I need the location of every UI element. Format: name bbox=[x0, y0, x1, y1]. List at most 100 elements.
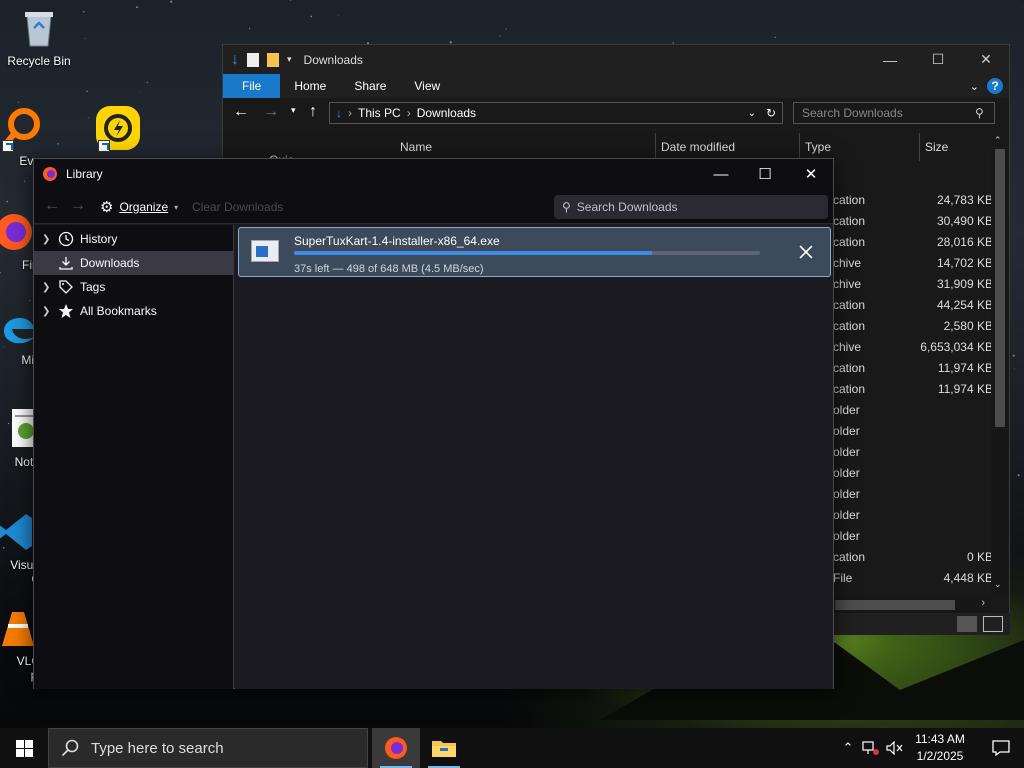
file-row[interactable]: cation 0 KB bbox=[833, 550, 993, 571]
column-header-type[interactable]: Type bbox=[805, 133, 831, 161]
download-item[interactable]: SuperTuxKart-1.4-installer-x86_64.exe 37… bbox=[238, 227, 831, 277]
sidebar-item-downloads[interactable]: Downloads bbox=[34, 251, 233, 275]
download-location-icon: ↓ bbox=[336, 106, 342, 120]
taskbar-file-explorer[interactable] bbox=[420, 728, 468, 768]
file-row[interactable]: older bbox=[833, 424, 993, 445]
recycle-bin-icon[interactable]: Recycle Bin bbox=[1, 6, 77, 68]
back-arrow-icon[interactable]: ← bbox=[233, 103, 249, 121]
address-bar[interactable]: ↓ › This PC › Downloads ⌄ ↻ bbox=[329, 102, 783, 124]
recent-dropdown-icon[interactable]: ▾ bbox=[291, 105, 296, 116]
taskbar-clock[interactable]: 11:43 AM 1/2/2025 bbox=[900, 731, 980, 765]
file-row[interactable]: cation 24,783 KB bbox=[833, 193, 993, 214]
forward-arrow-icon[interactable]: → bbox=[70, 197, 86, 215]
file-type-cell: cation bbox=[833, 361, 866, 375]
expand-twisty-icon[interactable]: ❯ bbox=[42, 306, 54, 317]
file-type-cell: cation bbox=[833, 382, 866, 396]
properties-icon[interactable] bbox=[247, 52, 259, 67]
horizontal-scrollbar-thumb[interactable] bbox=[835, 600, 955, 610]
scroll-down-icon[interactable]: ⌄ bbox=[994, 579, 1002, 590]
taskbar-search-box[interactable]: Type here to search bbox=[48, 728, 368, 768]
explorer-title-bar[interactable]: ↓ ▾ Downloads — ☐ ✕ bbox=[223, 45, 1009, 74]
clock-icon bbox=[58, 231, 74, 247]
notification-center-icon[interactable] bbox=[978, 728, 1024, 768]
firefox-icon bbox=[0, 210, 36, 254]
sidebar-item-all-bookmarks[interactable]: ❯ All Bookmarks bbox=[34, 299, 233, 323]
up-arrow-icon[interactable]: ↑ bbox=[309, 103, 317, 121]
file-type-cell: cation bbox=[833, 319, 866, 333]
chevron-down-icon: ▾ bbox=[174, 202, 179, 212]
ribbon-tab-home[interactable]: Home bbox=[280, 74, 340, 98]
ribbon-tab-share[interactable]: Share bbox=[340, 74, 400, 98]
explorer-horizontal-scrollbar[interactable]: › bbox=[833, 597, 991, 613]
file-row[interactable]: older bbox=[833, 403, 993, 424]
column-header-size[interactable]: Size bbox=[925, 133, 948, 161]
library-window[interactable]: Library — ☐ ✕ ← → ⚙ Organize ▾ Clear Dow… bbox=[33, 158, 834, 689]
library-maximize-button[interactable]: ☐ bbox=[742, 159, 788, 189]
file-row[interactable]: older bbox=[833, 529, 993, 550]
file-row[interactable]: older bbox=[833, 466, 993, 487]
ribbon-tab-view[interactable]: View bbox=[400, 74, 454, 98]
library-minimize-button[interactable]: — bbox=[698, 159, 744, 189]
file-row[interactable]: chive 14,702 KB bbox=[833, 256, 993, 277]
file-type-cell: older bbox=[833, 445, 860, 459]
file-row[interactable]: chive 6,653,034 KB bbox=[833, 340, 993, 361]
qat-dropdown-icon[interactable]: ▾ bbox=[287, 54, 292, 65]
explorer-address-row: ← → ▾ ↑ ↓ › This PC › Downloads ⌄ ↻ Sear… bbox=[223, 98, 1009, 130]
help-icon[interactable]: ? bbox=[987, 78, 1003, 94]
file-row[interactable]: cation 28,016 KB bbox=[833, 235, 993, 256]
organize-button[interactable]: ⚙ Organize ▾ bbox=[100, 198, 178, 216]
expand-twisty-icon[interactable]: ❯ bbox=[42, 234, 54, 245]
scroll-up-icon[interactable]: ⌃ bbox=[994, 135, 1002, 146]
file-row[interactable]: cation 2,580 KB bbox=[833, 319, 993, 340]
explorer-minimize-button[interactable]: — bbox=[867, 45, 913, 74]
desktop-icon-firefox[interactable]: Fir bbox=[0, 210, 36, 272]
library-title-bar[interactable]: Library — ☐ ✕ bbox=[34, 159, 833, 189]
sidebar-item-tags[interactable]: ❯ Tags bbox=[34, 275, 233, 299]
file-row[interactable]: cation 11,974 KB bbox=[833, 382, 993, 403]
explorer-close-button[interactable]: ✕ bbox=[963, 45, 1009, 74]
breadcrumb-downloads[interactable]: Downloads bbox=[417, 106, 476, 120]
file-type-cell: chive bbox=[833, 256, 862, 270]
details-view-icon[interactable] bbox=[957, 616, 977, 632]
ribbon-expand-icon[interactable]: ⌄ bbox=[970, 80, 979, 93]
file-size-cell: 6,653,034 KB bbox=[920, 340, 993, 354]
file-row[interactable]: older bbox=[833, 445, 993, 466]
sidebar-item-history[interactable]: ❯ History bbox=[34, 227, 233, 251]
breadcrumb-this-pc[interactable]: This PC bbox=[358, 106, 401, 120]
file-row[interactable]: cation 30,490 KB bbox=[833, 214, 993, 235]
explorer-vertical-scrollbar[interactable]: ⌃ ⌄ bbox=[991, 135, 1008, 597]
desktop-icon-yellow-app[interactable] bbox=[78, 106, 158, 154]
large-icons-view-icon[interactable] bbox=[983, 616, 1003, 632]
ribbon-tab-file[interactable]: File bbox=[223, 74, 281, 98]
file-row[interactable]: cation 11,974 KB bbox=[833, 361, 993, 382]
file-size-cell: 11,974 KB bbox=[937, 361, 993, 375]
refresh-icon[interactable]: ↻ bbox=[766, 106, 776, 120]
file-row[interactable]: older bbox=[833, 508, 993, 529]
explorer-maximize-button[interactable]: ☐ bbox=[915, 45, 961, 74]
show-hidden-icons-icon[interactable]: ⌃ bbox=[838, 728, 858, 768]
file-size-cell: 44,254 KB bbox=[936, 298, 993, 312]
address-dropdown-icon[interactable]: ⌄ bbox=[748, 108, 756, 119]
start-button[interactable] bbox=[0, 728, 48, 768]
library-close-button[interactable]: ✕ bbox=[788, 159, 834, 189]
scroll-right-icon[interactable]: › bbox=[981, 597, 985, 609]
library-search-input[interactable]: ⚲ Search Downloads bbox=[554, 195, 828, 219]
file-size-cell: 24,783 KB bbox=[936, 193, 993, 207]
back-arrow-icon[interactable]: ← bbox=[44, 197, 60, 215]
folder-icon[interactable] bbox=[267, 52, 279, 67]
scrollbar-thumb[interactable] bbox=[995, 149, 1005, 427]
file-row[interactable]: cation 44,254 KB bbox=[833, 298, 993, 319]
taskbar-firefox[interactable] bbox=[372, 728, 420, 768]
column-header-name[interactable]: Name bbox=[400, 133, 432, 161]
cancel-download-button[interactable] bbox=[796, 242, 816, 262]
network-icon[interactable] bbox=[860, 728, 882, 768]
file-row[interactable]: chive 31,909 KB bbox=[833, 277, 993, 298]
explorer-search-input[interactable]: Search Downloads bbox=[793, 102, 995, 124]
clear-downloads-button[interactable]: Clear Downloads bbox=[192, 200, 283, 214]
file-row[interactable]: older bbox=[833, 487, 993, 508]
forward-arrow-icon[interactable]: → bbox=[263, 103, 279, 121]
file-row[interactable]: File 4,448 KB bbox=[833, 571, 993, 592]
column-header-date[interactable]: Date modified bbox=[661, 133, 735, 161]
taskbar: Type here to search ⌃ 11:43 AM 1/2/2025 bbox=[0, 728, 1024, 768]
expand-twisty-icon[interactable]: ❯ bbox=[42, 282, 54, 293]
